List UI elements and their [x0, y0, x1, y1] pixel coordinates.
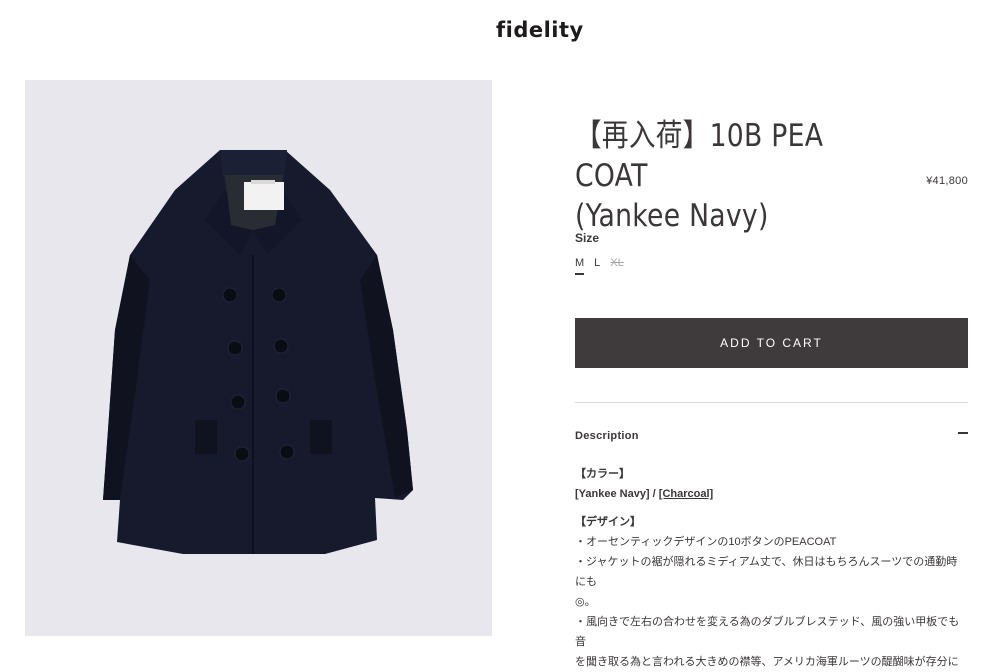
- color-options: [Yankee Navy] / [Charcoal]: [575, 484, 968, 504]
- description-line: ◎。: [575, 596, 596, 608]
- size-selector: M L XL: [575, 257, 624, 275]
- description-line: ・ジャケットの裾が隠れるミディアム丈で、休日はもちろんスーツでの通勤時にも: [575, 556, 958, 588]
- description-line: ・オーセンティックデザインの10ボタンのPEACOAT: [575, 536, 837, 548]
- size-option-m[interactable]: M: [575, 257, 585, 275]
- product-title-line2: (Yankee Navy): [575, 198, 769, 234]
- collapse-minus-icon[interactable]: [958, 432, 968, 434]
- description-label: Description: [575, 430, 639, 442]
- color-separator: /: [649, 488, 659, 500]
- product-price: ¥41,800: [926, 175, 968, 187]
- color-current: [Yankee Navy]: [575, 488, 650, 500]
- description-header[interactable]: Description: [575, 426, 968, 442]
- coat-illustration: [103, 150, 413, 554]
- product-image[interactable]: [25, 80, 492, 636]
- product-title: 【再入荷】10B PEA COAT (Yankee Navy): [575, 116, 867, 236]
- size-label: Size: [575, 231, 600, 245]
- color-heading: 【カラー】: [575, 468, 630, 480]
- description-line: を聞き取る為と言われる大きめの襟等、アメリカ海軍ルーツの醍醐味が存分に: [575, 656, 959, 668]
- product-title-line1: 【再入荷】10B PEA COAT: [575, 118, 824, 194]
- brand-logo[interactable]: fidelity: [496, 18, 584, 42]
- add-to-cart-button[interactable]: ADD TO CART: [575, 318, 968, 368]
- description-body: 【カラー】 [Yankee Navy] / [Charcoal] 【デザイン】 …: [575, 464, 968, 672]
- description-line: ・風向きで左右の合わせを変える為のダブルブレステッド、風の強い甲板でも音: [575, 616, 960, 648]
- design-heading: 【デザイン】: [575, 516, 641, 528]
- size-option-l[interactable]: L: [594, 257, 600, 275]
- color-link-charcoal[interactable]: [Charcoal]: [659, 488, 713, 500]
- divider: [575, 402, 968, 403]
- site-header: fidelity: [0, 0, 1000, 62]
- size-option-xl[interactable]: XL: [610, 257, 623, 275]
